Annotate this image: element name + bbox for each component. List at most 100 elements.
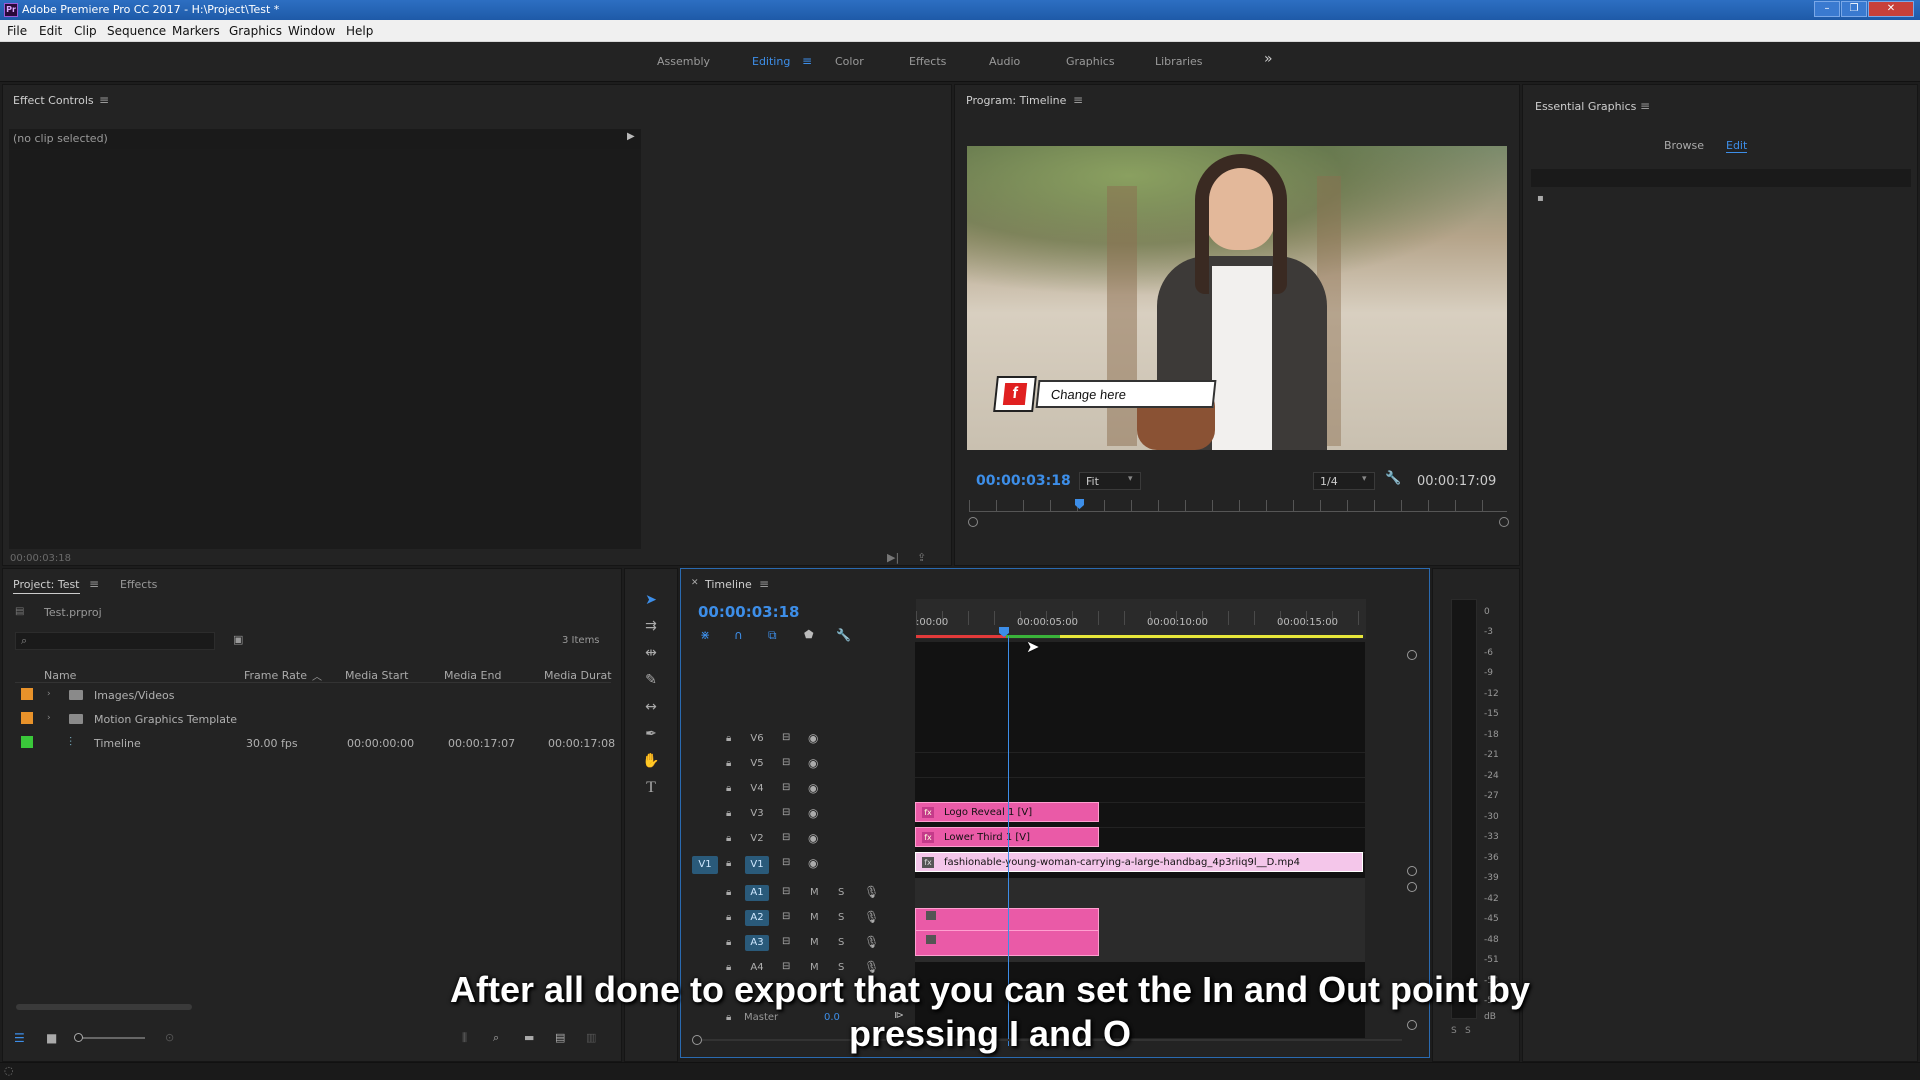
panel-menu-icon[interactable]: ≡ xyxy=(89,577,99,591)
sync-lock-icon[interactable]: ⊟ xyxy=(782,936,790,947)
track-v5[interactable]: V5 xyxy=(747,756,767,772)
ripple-edit-tool-icon[interactable]: ⇹ xyxy=(640,642,662,664)
insert-sequence-nest-icon[interactable]: ⋇ xyxy=(700,628,710,642)
track-v3[interactable]: V3 xyxy=(747,806,767,822)
track-select-tool-icon[interactable]: ⇉ xyxy=(640,615,662,637)
effect-controls-title[interactable]: Effect Controls xyxy=(13,94,94,107)
label-color-chip[interactable] xyxy=(21,688,33,700)
timeline-timecode[interactable]: 00:00:03:18 xyxy=(698,603,800,621)
label-color-chip[interactable] xyxy=(21,736,33,748)
sync-lock-icon[interactable]: ⊟ xyxy=(782,807,790,818)
tab-project[interactable]: Project: Test xyxy=(13,578,80,594)
microphone-icon[interactable]: 🎙︎ xyxy=(864,885,879,899)
eye-icon[interactable]: ◉ xyxy=(808,856,818,870)
microphone-icon[interactable]: 🎙︎ xyxy=(864,910,879,924)
eye-icon[interactable]: ◉ xyxy=(808,781,818,795)
linked-selection-icon[interactable]: ⧉ xyxy=(768,628,777,643)
list-view-icon[interactable]: ☰ xyxy=(14,1031,25,1045)
microphone-icon[interactable]: 🎙︎ xyxy=(864,935,879,949)
track-a2[interactable]: A2 xyxy=(745,910,769,926)
export-frame-icon[interactable]: ▶| xyxy=(887,551,899,564)
sync-lock-icon[interactable]: ⊟ xyxy=(782,886,790,897)
mute-button[interactable]: M xyxy=(810,912,819,923)
sort-icons-icon[interactable]: ⊙ xyxy=(165,1031,174,1044)
expand-arrow-icon[interactable]: ▶ xyxy=(627,131,635,142)
tab-browse[interactable]: Browse xyxy=(1664,139,1704,152)
sync-lock-icon[interactable]: ⊟ xyxy=(782,832,790,843)
workspace-libraries[interactable]: Libraries xyxy=(1155,55,1203,68)
lock-icon[interactable]: 🔒︎ xyxy=(726,783,731,794)
icon-view-icon[interactable]: ■ xyxy=(46,1031,57,1045)
workspace-editing[interactable]: Editing xyxy=(752,55,790,68)
track-v6[interactable]: V6 xyxy=(747,731,767,747)
workspace-assembly[interactable]: Assembly xyxy=(657,55,710,68)
lock-icon[interactable]: 🔒︎ xyxy=(726,912,731,923)
lock-icon[interactable]: 🔒︎ xyxy=(726,887,731,898)
more-workspaces-icon[interactable]: » xyxy=(1264,51,1273,67)
eye-icon[interactable]: ◉ xyxy=(808,806,818,820)
selection-tool-icon[interactable]: ➤ xyxy=(640,589,662,611)
pen-tool-icon[interactable]: ✒ xyxy=(640,723,662,745)
list-item[interactable]: › Motion Graphics Template xyxy=(14,708,610,732)
clip-video-main[interactable]: fx fashionable-young-woman-carrying-a-la… xyxy=(915,852,1363,872)
mute-button[interactable]: M xyxy=(810,937,819,948)
program-timecode[interactable]: 00:00:03:18 xyxy=(976,473,1071,489)
zoom-handle-left[interactable] xyxy=(968,517,978,527)
vertical-zoom-handle[interactable] xyxy=(1407,866,1417,876)
workspace-audio[interactable]: Audio xyxy=(989,55,1020,68)
mute-button[interactable]: M xyxy=(810,887,819,898)
column-media-start[interactable]: Media Start xyxy=(345,669,408,682)
maximize-button[interactable]: ❐ xyxy=(1841,1,1867,17)
program-scrub-bar[interactable] xyxy=(969,499,1507,512)
slider-handle[interactable] xyxy=(74,1033,83,1042)
add-marker-icon[interactable]: ⬟ xyxy=(804,628,814,641)
column-media-end[interactable]: Media End xyxy=(444,669,501,682)
timeline-title[interactable]: Timeline xyxy=(705,578,752,591)
vertical-zoom-handle[interactable] xyxy=(1407,882,1417,892)
workspace-menu-icon[interactable]: ≡ xyxy=(802,54,812,68)
column-frame-rate[interactable]: Frame Rate xyxy=(244,669,307,682)
audio-clip-block[interactable] xyxy=(915,908,1099,956)
track-v4[interactable]: V4 xyxy=(747,781,767,797)
horizontal-scrollbar[interactable] xyxy=(16,1004,192,1010)
eye-icon[interactable]: ◉ xyxy=(808,831,818,845)
new-bin-from-search-icon[interactable]: ▣ xyxy=(233,633,243,646)
menu-help[interactable]: Help xyxy=(346,24,373,38)
label-color-chip[interactable] xyxy=(21,712,33,724)
close-tab-icon[interactable]: ✕ xyxy=(691,578,699,588)
slip-tool-icon[interactable]: ↔ xyxy=(640,696,662,718)
hand-tool-icon[interactable]: ✋ xyxy=(640,750,662,772)
wrench-icon[interactable]: 🔧 xyxy=(1385,471,1401,486)
menu-edit[interactable]: Edit xyxy=(39,24,62,38)
fit-dropdown[interactable]: Fit ▾ xyxy=(1079,472,1141,490)
menu-clip[interactable]: Clip xyxy=(74,24,97,38)
list-item[interactable]: ⫶ Timeline 30.00 fps 00:00:00:00 00:00:1… xyxy=(14,732,615,756)
project-search-input[interactable]: ⌕ xyxy=(15,632,215,650)
solo-button[interactable]: S xyxy=(838,937,844,948)
track-v2[interactable]: V2 xyxy=(747,831,767,847)
panel-menu-icon[interactable]: ≡ xyxy=(1073,93,1083,107)
track-v1[interactable]: V1 xyxy=(745,856,769,874)
thumbnail-size-slider[interactable] xyxy=(75,1037,145,1039)
workspace-effects[interactable]: Effects xyxy=(909,55,946,68)
lock-icon[interactable]: 🔒︎ xyxy=(726,858,731,869)
zoom-handle-right[interactable] xyxy=(1499,517,1509,527)
resolution-dropdown[interactable]: 1/4 ▾ xyxy=(1313,472,1375,490)
eye-icon[interactable]: ◉ xyxy=(808,756,818,770)
column-media-duration[interactable]: Media Durat xyxy=(544,669,612,682)
clip-logo-reveal[interactable]: fx Logo Reveal 1 [V] xyxy=(915,802,1099,822)
chevron-right-icon[interactable]: › xyxy=(47,689,51,699)
menu-window[interactable]: Window xyxy=(288,24,335,38)
close-window-button[interactable]: ✕ xyxy=(1868,1,1914,17)
clip-lower-third[interactable]: fx Lower Third 1 [V] xyxy=(915,827,1099,847)
solo-button[interactable]: S xyxy=(838,887,844,898)
solo-button[interactable]: S xyxy=(838,912,844,923)
tab-effects[interactable]: Effects xyxy=(120,578,157,591)
sync-lock-icon[interactable]: ⊟ xyxy=(782,911,790,922)
type-tool-icon[interactable]: T xyxy=(640,777,662,799)
column-name[interactable]: Name xyxy=(44,669,76,682)
menu-file[interactable]: File xyxy=(7,24,27,38)
panel-menu-icon[interactable]: ≡ xyxy=(759,577,769,591)
sync-lock-icon[interactable]: ⊟ xyxy=(782,857,790,868)
eye-icon[interactable]: ◉ xyxy=(808,731,818,745)
